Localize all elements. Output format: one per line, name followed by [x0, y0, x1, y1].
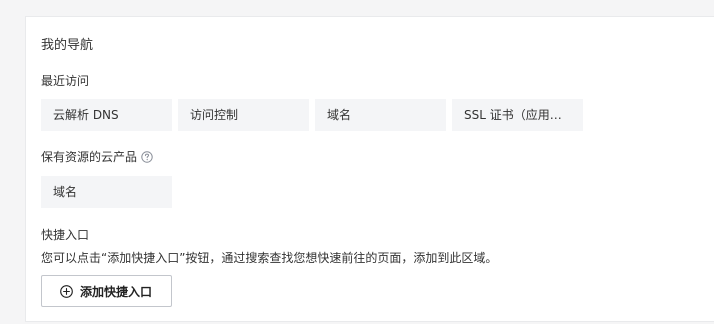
shortcut-description: 您可以点击“添加快捷入口”按钮，通过搜索查找您想快速前往的页面，添加到此区域。 — [41, 251, 498, 265]
shortcut-label: 快捷入口 — [41, 228, 90, 242]
recent-item-ssl-certificate[interactable]: SSL 证书（应用安... — [452, 99, 583, 131]
my-navigation-card: 我的导航 最近访问 云解析 DNS 访问控制 域名 SSL 证书（应用安... … — [25, 16, 714, 322]
recent-visits-label: 最近访问 — [41, 74, 90, 88]
plus-circle-icon — [60, 284, 73, 298]
add-shortcut-button-label: 添加快捷入口 — [80, 284, 153, 299]
saved-products-label: 保有资源的云产品 — [41, 150, 138, 164]
card-title: 我的导航 — [41, 38, 94, 53]
saved-products-list: 域名 — [41, 176, 172, 208]
recent-item-access-control[interactable]: 访问控制 — [178, 99, 309, 131]
recent-item-dns[interactable]: 云解析 DNS — [41, 99, 172, 131]
saved-item-domain[interactable]: 域名 — [41, 176, 172, 208]
recent-item-domain[interactable]: 域名 — [315, 99, 446, 131]
recent-visits-list: 云解析 DNS 访问控制 域名 SSL 证书（应用安... — [41, 99, 583, 131]
question-circle-icon[interactable] — [141, 151, 153, 163]
add-shortcut-button[interactable]: 添加快捷入口 — [41, 275, 172, 307]
